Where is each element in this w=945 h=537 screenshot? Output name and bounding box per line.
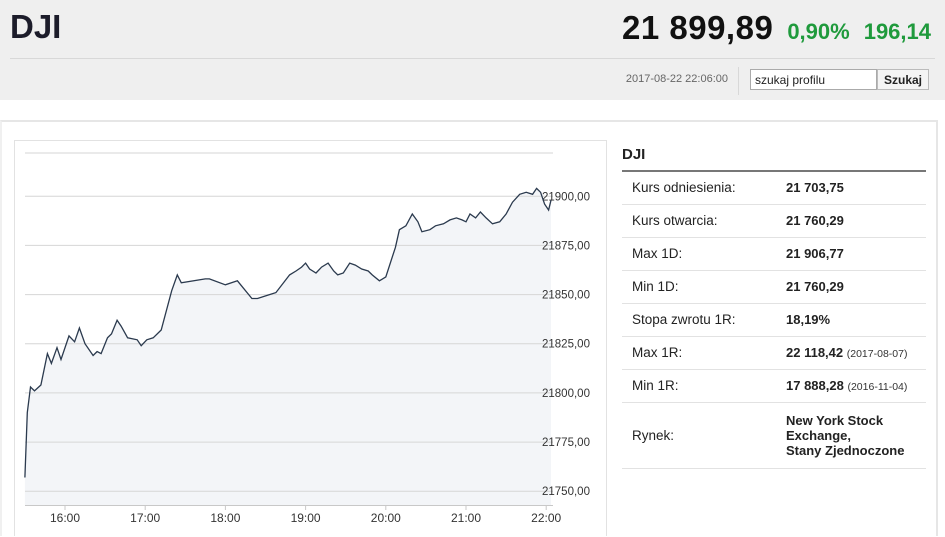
market-line: New York Stock — [786, 412, 884, 428]
intraday-chart: 21750,00 21775,00 21800,00 21825,00 21850,00… — [14, 140, 607, 536]
ticker-symbol: DJI — [10, 8, 62, 45]
detail-row: Max 1D: 21 906,77 — [622, 237, 926, 271]
detail-value: 21 760,29 — [784, 270, 926, 304]
detail-label: Max 1R: — [622, 336, 784, 370]
y-tick-label: 21775,00 — [542, 437, 590, 449]
detail-value: 22 118,42 (2017-08-07) — [784, 336, 926, 370]
detail-date-note: (2017-08-07) — [846, 348, 908, 360]
detail-value-text: 22 118,42 — [786, 345, 844, 360]
detail-value-text: 21 703,75 — [786, 180, 844, 196]
detail-label: Min 1D: — [622, 270, 784, 304]
y-tick-label: 21875,00 — [542, 240, 590, 252]
last-price: 21 899,89 — [622, 9, 774, 46]
detail-label: Kurs odniesienia: — [622, 171, 784, 205]
x-tick-label: 19:00 — [291, 511, 321, 525]
detail-label: Max 1D: — [622, 237, 784, 271]
detail-value: 17 888,28 (2016-11-04) — [784, 369, 926, 403]
change-percent: 0,90% — [787, 19, 850, 44]
profile-search-input[interactable] — [750, 69, 877, 90]
quote-summary: 21 899,89 0,90% 196,14 — [622, 9, 931, 47]
quote-details-table: Kurs odniesienia: 21 703,75 Kurs otwarcia:… — [622, 170, 926, 469]
x-tick-label: 18:00 — [210, 511, 240, 525]
quote-timestamp: 2017-08-22 22:06:00 — [625, 73, 728, 85]
x-tick-label: 22:00 — [531, 511, 561, 525]
y-tick-label: 21825,00 — [542, 339, 590, 351]
detail-label: Rynek: — [622, 402, 784, 469]
detail-row: Min 1D: 21 760,29 — [622, 270, 926, 304]
info-title: DJI — [622, 146, 646, 163]
toolbar-separator — [738, 67, 739, 95]
detail-row: Kurs otwarcia: 21 760,29 — [622, 204, 926, 238]
search-button[interactable]: Szukaj — [877, 69, 929, 90]
change-absolute: 196,14 — [863, 19, 931, 44]
y-tick-label: 21750,00 — [542, 486, 590, 498]
detail-value-text: 21 906,77 — [786, 246, 844, 261]
x-tick-label: 17:00 — [130, 511, 160, 525]
detail-row: Stopa zwrotu 1R: 18,19% — [622, 303, 926, 337]
detail-label: Stopa zwrotu 1R: — [622, 303, 784, 337]
detail-date-note: (2016-11-04) — [847, 381, 908, 393]
market-line: Stany Zjednoczone — [786, 442, 905, 458]
quote-header: DJI 21 899,89 0,90% 196,14 2017-08-22 22… — [0, 0, 945, 100]
detail-row: Min 1R: 17 888,28 (2016-11-04) — [622, 369, 926, 403]
detail-value-text: 21 760,29 — [786, 213, 844, 228]
x-tick-label: 20:00 — [371, 511, 401, 525]
detail-value: New York Stock Exchange, Stany Zjednoczone — [784, 402, 926, 469]
y-tick-label: 21900,00 — [542, 191, 590, 203]
detail-value: 21 760,29 — [784, 204, 926, 238]
y-tick-label: 21850,00 — [542, 290, 590, 302]
price-chart-svg: 21750,00 21775,00 21800,00 21825,00 21850,00… — [24, 152, 590, 525]
x-tick-label: 21:00 — [451, 511, 481, 525]
detail-value: 21 703,75 — [784, 171, 926, 205]
detail-value: 21 906,77 — [784, 237, 926, 271]
detail-value: 18,19% — [784, 303, 926, 337]
detail-row: Max 1R: 22 118,42 (2017-08-07) — [622, 336, 926, 370]
x-tick-label: 16:00 — [50, 511, 80, 525]
detail-label: Min 1R: — [622, 369, 784, 403]
header-divider — [10, 58, 935, 59]
detail-row: Rynek: New York Stock Exchange, Stany Zjedn… — [622, 402, 926, 469]
detail-value-text: 21 760,29 — [786, 279, 844, 294]
detail-value-text: 17 888,28 — [786, 378, 844, 393]
detail-row: Kurs odniesienia: 21 703,75 — [622, 171, 926, 205]
detail-label: Kurs otwarcia: — [622, 204, 784, 238]
detail-value-text: 18,19% — [786, 312, 831, 327]
y-tick-label: 21800,00 — [542, 388, 590, 400]
market-line: Exchange, — [786, 427, 852, 443]
